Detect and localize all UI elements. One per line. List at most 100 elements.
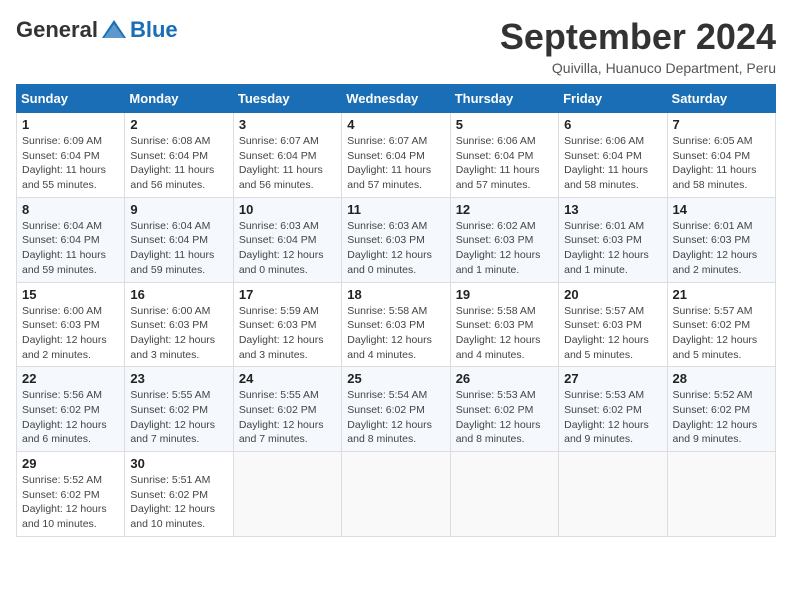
location-text: Quivilla, Huanuco Department, Peru — [500, 60, 776, 76]
calendar-cell: 21 Sunrise: 5:57 AM Sunset: 6:02 PM Dayl… — [667, 282, 775, 367]
day-info: Sunrise: 6:02 AM Sunset: 6:03 PM Dayligh… — [456, 219, 553, 278]
day-number: 3 — [239, 117, 336, 132]
day-info: Sunrise: 6:01 AM Sunset: 6:03 PM Dayligh… — [564, 219, 661, 278]
calendar-cell: 22 Sunrise: 5:56 AM Sunset: 6:02 PM Dayl… — [17, 367, 125, 452]
calendar-week-row: 22 Sunrise: 5:56 AM Sunset: 6:02 PM Dayl… — [17, 367, 776, 452]
day-info: Sunrise: 5:57 AM Sunset: 6:02 PM Dayligh… — [673, 304, 770, 363]
day-number: 11 — [347, 202, 444, 217]
day-info: Sunrise: 6:01 AM Sunset: 6:03 PM Dayligh… — [673, 219, 770, 278]
calendar-cell: 11 Sunrise: 6:03 AM Sunset: 6:03 PM Dayl… — [342, 197, 450, 282]
day-info: Sunrise: 6:08 AM Sunset: 6:04 PM Dayligh… — [130, 134, 227, 193]
calendar-table: SundayMondayTuesdayWednesdayThursdayFrid… — [16, 84, 776, 537]
day-number: 10 — [239, 202, 336, 217]
calendar-cell — [667, 452, 775, 537]
calendar-week-row: 29 Sunrise: 5:52 AM Sunset: 6:02 PM Dayl… — [17, 452, 776, 537]
day-info: Sunrise: 5:57 AM Sunset: 6:03 PM Dayligh… — [564, 304, 661, 363]
calendar-week-row: 15 Sunrise: 6:00 AM Sunset: 6:03 PM Dayl… — [17, 282, 776, 367]
day-info: Sunrise: 6:03 AM Sunset: 6:04 PM Dayligh… — [239, 219, 336, 278]
column-header-sunday: Sunday — [17, 85, 125, 113]
day-info: Sunrise: 5:52 AM Sunset: 6:02 PM Dayligh… — [22, 473, 119, 532]
day-number: 18 — [347, 287, 444, 302]
calendar-cell: 4 Sunrise: 6:07 AM Sunset: 6:04 PM Dayli… — [342, 113, 450, 198]
day-info: Sunrise: 5:59 AM Sunset: 6:03 PM Dayligh… — [239, 304, 336, 363]
calendar-cell: 16 Sunrise: 6:00 AM Sunset: 6:03 PM Dayl… — [125, 282, 233, 367]
day-number: 20 — [564, 287, 661, 302]
day-info: Sunrise: 5:53 AM Sunset: 6:02 PM Dayligh… — [564, 388, 661, 447]
calendar-cell: 27 Sunrise: 5:53 AM Sunset: 6:02 PM Dayl… — [559, 367, 667, 452]
logo-icon — [100, 16, 128, 44]
page-header: General Blue September 2024 Quivilla, Hu… — [16, 16, 776, 76]
calendar-cell: 18 Sunrise: 5:58 AM Sunset: 6:03 PM Dayl… — [342, 282, 450, 367]
day-number: 13 — [564, 202, 661, 217]
day-number: 17 — [239, 287, 336, 302]
logo-blue-text: Blue — [130, 17, 178, 43]
day-info: Sunrise: 6:00 AM Sunset: 6:03 PM Dayligh… — [22, 304, 119, 363]
calendar-cell: 23 Sunrise: 5:55 AM Sunset: 6:02 PM Dayl… — [125, 367, 233, 452]
day-info: Sunrise: 5:52 AM Sunset: 6:02 PM Dayligh… — [673, 388, 770, 447]
day-info: Sunrise: 5:56 AM Sunset: 6:02 PM Dayligh… — [22, 388, 119, 447]
calendar-cell: 26 Sunrise: 5:53 AM Sunset: 6:02 PM Dayl… — [450, 367, 558, 452]
day-number: 16 — [130, 287, 227, 302]
day-info: Sunrise: 6:04 AM Sunset: 6:04 PM Dayligh… — [130, 219, 227, 278]
column-header-tuesday: Tuesday — [233, 85, 341, 113]
day-info: Sunrise: 5:51 AM Sunset: 6:02 PM Dayligh… — [130, 473, 227, 532]
title-block: September 2024 Quivilla, Huanuco Departm… — [500, 16, 776, 76]
day-info: Sunrise: 5:53 AM Sunset: 6:02 PM Dayligh… — [456, 388, 553, 447]
day-number: 29 — [22, 456, 119, 471]
calendar-cell: 13 Sunrise: 6:01 AM Sunset: 6:03 PM Dayl… — [559, 197, 667, 282]
calendar-cell — [233, 452, 341, 537]
day-number: 21 — [673, 287, 770, 302]
day-number: 25 — [347, 371, 444, 386]
calendar-cell: 30 Sunrise: 5:51 AM Sunset: 6:02 PM Dayl… — [125, 452, 233, 537]
day-number: 6 — [564, 117, 661, 132]
day-info: Sunrise: 6:07 AM Sunset: 6:04 PM Dayligh… — [239, 134, 336, 193]
calendar-cell: 14 Sunrise: 6:01 AM Sunset: 6:03 PM Dayl… — [667, 197, 775, 282]
day-number: 14 — [673, 202, 770, 217]
calendar-header-row: SundayMondayTuesdayWednesdayThursdayFrid… — [17, 85, 776, 113]
day-info: Sunrise: 6:04 AM Sunset: 6:04 PM Dayligh… — [22, 219, 119, 278]
day-info: Sunrise: 5:55 AM Sunset: 6:02 PM Dayligh… — [239, 388, 336, 447]
day-number: 2 — [130, 117, 227, 132]
day-number: 24 — [239, 371, 336, 386]
calendar-cell: 10 Sunrise: 6:03 AM Sunset: 6:04 PM Dayl… — [233, 197, 341, 282]
calendar-week-row: 1 Sunrise: 6:09 AM Sunset: 6:04 PM Dayli… — [17, 113, 776, 198]
day-number: 5 — [456, 117, 553, 132]
logo: General Blue — [16, 16, 178, 44]
day-number: 4 — [347, 117, 444, 132]
column-header-friday: Friday — [559, 85, 667, 113]
column-header-wednesday: Wednesday — [342, 85, 450, 113]
day-number: 15 — [22, 287, 119, 302]
calendar-cell — [559, 452, 667, 537]
month-title: September 2024 — [500, 16, 776, 58]
column-header-monday: Monday — [125, 85, 233, 113]
logo-general-text: General — [16, 17, 98, 43]
calendar-cell — [450, 452, 558, 537]
calendar-week-row: 8 Sunrise: 6:04 AM Sunset: 6:04 PM Dayli… — [17, 197, 776, 282]
calendar-cell: 24 Sunrise: 5:55 AM Sunset: 6:02 PM Dayl… — [233, 367, 341, 452]
day-info: Sunrise: 6:06 AM Sunset: 6:04 PM Dayligh… — [564, 134, 661, 193]
calendar-cell: 29 Sunrise: 5:52 AM Sunset: 6:02 PM Dayl… — [17, 452, 125, 537]
calendar-cell: 7 Sunrise: 6:05 AM Sunset: 6:04 PM Dayli… — [667, 113, 775, 198]
day-info: Sunrise: 5:55 AM Sunset: 6:02 PM Dayligh… — [130, 388, 227, 447]
calendar-cell: 3 Sunrise: 6:07 AM Sunset: 6:04 PM Dayli… — [233, 113, 341, 198]
day-number: 19 — [456, 287, 553, 302]
calendar-cell: 15 Sunrise: 6:00 AM Sunset: 6:03 PM Dayl… — [17, 282, 125, 367]
calendar-cell: 1 Sunrise: 6:09 AM Sunset: 6:04 PM Dayli… — [17, 113, 125, 198]
column-header-thursday: Thursday — [450, 85, 558, 113]
day-info: Sunrise: 5:58 AM Sunset: 6:03 PM Dayligh… — [456, 304, 553, 363]
calendar-cell: 17 Sunrise: 5:59 AM Sunset: 6:03 PM Dayl… — [233, 282, 341, 367]
day-info: Sunrise: 6:05 AM Sunset: 6:04 PM Dayligh… — [673, 134, 770, 193]
day-info: Sunrise: 6:06 AM Sunset: 6:04 PM Dayligh… — [456, 134, 553, 193]
day-number: 30 — [130, 456, 227, 471]
day-info: Sunrise: 5:58 AM Sunset: 6:03 PM Dayligh… — [347, 304, 444, 363]
calendar-cell: 28 Sunrise: 5:52 AM Sunset: 6:02 PM Dayl… — [667, 367, 775, 452]
day-info: Sunrise: 6:07 AM Sunset: 6:04 PM Dayligh… — [347, 134, 444, 193]
day-number: 9 — [130, 202, 227, 217]
calendar-cell: 2 Sunrise: 6:08 AM Sunset: 6:04 PM Dayli… — [125, 113, 233, 198]
calendar-cell: 8 Sunrise: 6:04 AM Sunset: 6:04 PM Dayli… — [17, 197, 125, 282]
calendar-cell: 12 Sunrise: 6:02 AM Sunset: 6:03 PM Dayl… — [450, 197, 558, 282]
day-number: 12 — [456, 202, 553, 217]
calendar-cell: 19 Sunrise: 5:58 AM Sunset: 6:03 PM Dayl… — [450, 282, 558, 367]
day-number: 1 — [22, 117, 119, 132]
calendar-cell: 6 Sunrise: 6:06 AM Sunset: 6:04 PM Dayli… — [559, 113, 667, 198]
